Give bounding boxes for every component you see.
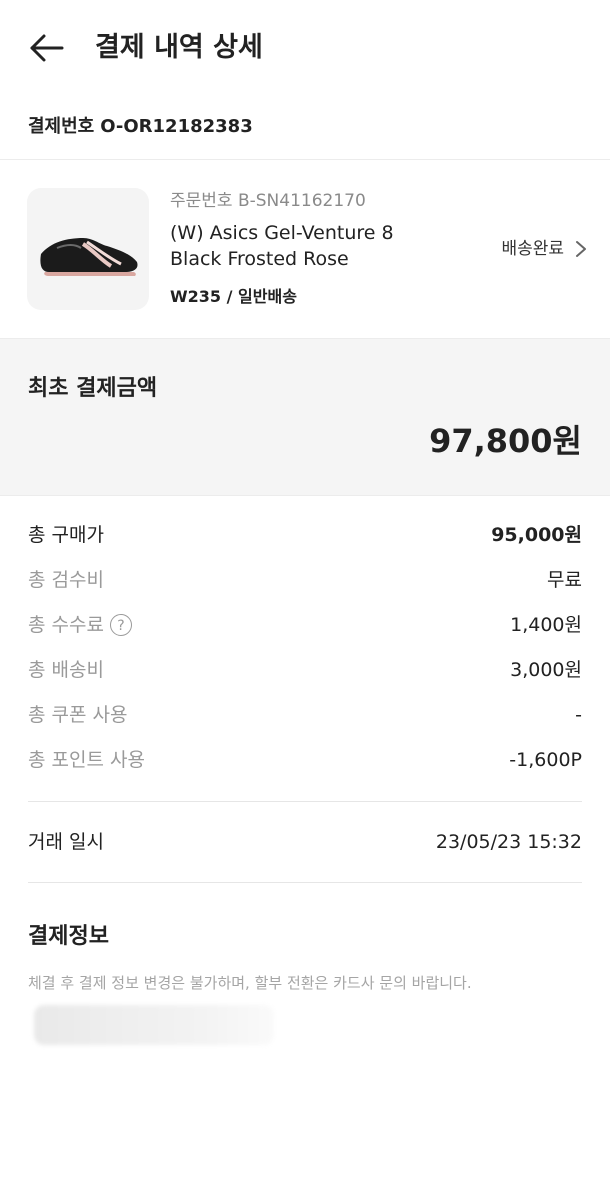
divider (28, 882, 582, 883)
page-title: 결제 내역 상세 (95, 32, 263, 63)
row-label: 총 포인트 사용 (28, 749, 145, 771)
row-label: 총 검수비 (28, 569, 104, 591)
payment-info-note: 체결 후 결제 정보 변경은 불가하며, 할부 전환은 카드사 문의 바랍니다. (28, 974, 472, 992)
row-value: -1,600P (509, 749, 582, 771)
row-label: 총 쿠폰 사용 (28, 704, 128, 726)
total-payment-box: 최초 결제금액 97,800원 (0, 338, 610, 496)
product-name: (W) Asics Gel-Venture 8 Black Frosted Ro… (170, 220, 430, 272)
size-shipping: W235 / 일반배송 (170, 287, 297, 306)
row-label: 총 배송비 (28, 659, 104, 681)
payment-info-title: 결제정보 (28, 924, 109, 949)
order-number: 주문번호 B-SN41162170 (170, 191, 366, 211)
payment-number: 결제번호 O-OR12182383 (28, 112, 259, 142)
arrow-left-icon (30, 34, 64, 62)
shoe-icon (40, 238, 138, 276)
product-name-line2: Black Frosted Rose (170, 248, 349, 270)
row-inspection-fee: 총 검수비 무료 (0, 559, 610, 604)
redacted-card-info (34, 1005, 274, 1045)
product-card[interactable]: 주문번호 B-SN41162170 (W) Asics Gel-Venture … (0, 160, 610, 338)
delivery-status[interactable]: 배송완료 (501, 236, 588, 262)
product-image (27, 188, 149, 310)
row-label-wrap: 총 수수료 ? (28, 610, 132, 640)
row-shipping-fee: 총 배송비 3,000원 (0, 649, 610, 694)
chevron-right-icon (576, 241, 586, 257)
price-breakdown: 총 구매가 95,000원 총 검수비 무료 총 수수료 ? 1,400원 총 … (0, 514, 610, 784)
question-circle-icon[interactable]: ? (109, 614, 132, 636)
row-coupon: 총 쿠폰 사용 - (0, 694, 610, 739)
row-value: 3,000원 (510, 659, 582, 681)
back-button[interactable] (26, 28, 66, 68)
header: 결제 내역 상세 (0, 0, 610, 96)
trade-datetime-value: 23/05/23 15:32 (435, 831, 582, 853)
row-total-purchase: 총 구매가 95,000원 (0, 514, 610, 559)
row-value: 무료 (547, 569, 582, 591)
row-value: 1,400원 (510, 614, 582, 636)
total-payment-amount: 97,800원 (429, 422, 582, 460)
row-value: 95,000원 (491, 524, 582, 546)
total-payment-label: 최초 결제금액 (28, 376, 158, 401)
divider (28, 801, 582, 802)
row-points: 총 포인트 사용 -1,600P (0, 739, 610, 784)
trade-datetime-label: 거래 일시 (28, 831, 104, 853)
row-commission: 총 수수료 ? 1,400원 (0, 604, 610, 649)
trade-datetime: 거래 일시 23/05/23 15:32 (0, 826, 610, 860)
row-label: 총 수수료 (28, 614, 104, 636)
product-name-line1: (W) Asics Gel-Venture 8 (170, 222, 394, 244)
payment-number-value: O-OR12182383 (100, 116, 253, 137)
delivery-status-label: 배송완료 (501, 239, 564, 259)
payment-number-label: 결제번호 (28, 116, 95, 137)
row-label: 총 구매가 (28, 524, 104, 546)
row-value: - (575, 704, 582, 726)
